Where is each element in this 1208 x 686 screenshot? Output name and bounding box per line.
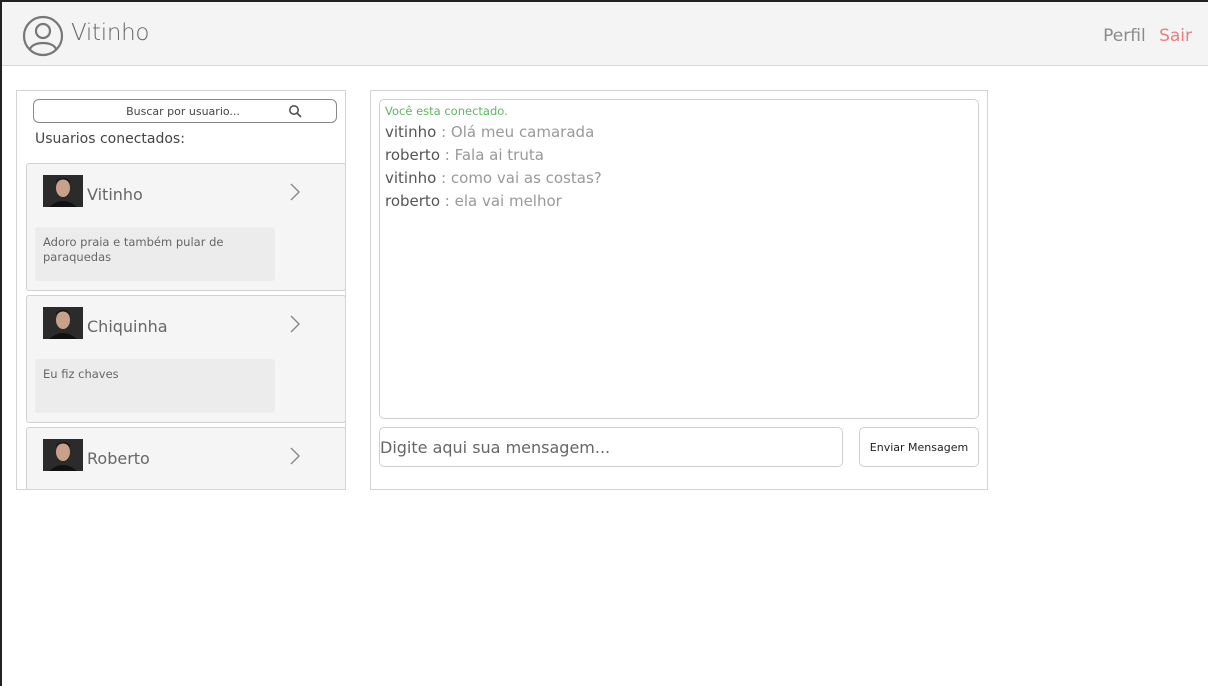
user-name: Chiquinha bbox=[87, 317, 168, 336]
message-text: como vai as costas? bbox=[450, 169, 602, 187]
user-card[interactable]: Chiquinha Eu fiz chaves bbox=[26, 295, 345, 423]
online-users-title: Usuarios conectados: bbox=[35, 131, 185, 147]
user-bio: Adoro praia e também pular de paraquedas bbox=[35, 227, 275, 281]
message-input[interactable] bbox=[380, 428, 842, 466]
message-author: vitinho bbox=[385, 169, 437, 187]
message-text: Olá meu camarada bbox=[450, 123, 595, 141]
message-composer bbox=[379, 427, 843, 467]
user-name: Roberto bbox=[87, 449, 150, 468]
message-text: Fala ai truta bbox=[454, 146, 544, 164]
message-list[interactable]: Você esta conectado. vitinho : Olá meu c… bbox=[379, 99, 979, 419]
message-separator: : bbox=[440, 192, 455, 210]
user-search-box bbox=[33, 99, 337, 123]
message-separator: : bbox=[436, 123, 451, 141]
user-card[interactable]: Vitinho Adoro praia e também pular de pa… bbox=[26, 163, 345, 291]
profile-link[interactable]: Perfil bbox=[1103, 26, 1146, 46]
current-username: Vitinho bbox=[71, 20, 150, 46]
message-author: roberto bbox=[385, 192, 440, 210]
chat-message: roberto : ela vai melhor bbox=[385, 190, 973, 213]
chevron-right-icon[interactable] bbox=[289, 314, 301, 334]
message-text: ela vai melhor bbox=[454, 192, 562, 210]
online-users-panel: Usuarios conectados: Vitinho Adoro praia… bbox=[16, 90, 346, 490]
user-photo bbox=[43, 307, 83, 339]
chat-message: vitinho : Olá meu camarada bbox=[385, 121, 973, 144]
chat-message: vitinho : como vai as costas? bbox=[385, 167, 973, 190]
send-message-button[interactable]: Enviar Mensagem bbox=[859, 427, 979, 467]
user-photo bbox=[43, 439, 83, 471]
header-nav: Perfil Sair bbox=[1095, 26, 1192, 46]
chevron-right-icon[interactable] bbox=[289, 446, 301, 466]
user-search-input[interactable] bbox=[34, 100, 304, 122]
search-icon[interactable] bbox=[288, 104, 302, 118]
message-author: vitinho bbox=[385, 123, 437, 141]
message-separator: : bbox=[436, 169, 451, 187]
chevron-right-icon[interactable] bbox=[289, 182, 301, 202]
app-header: Vitinho Perfil Sair bbox=[2, 2, 1208, 66]
chat-message: roberto : Fala ai truta bbox=[385, 144, 973, 167]
connection-status: Você esta conectado. bbox=[385, 104, 508, 118]
user-photo bbox=[43, 175, 83, 207]
user-card[interactable]: Roberto bbox=[26, 427, 345, 489]
user-name: Vitinho bbox=[87, 185, 143, 204]
user-bio: Eu fiz chaves bbox=[35, 359, 275, 413]
message-author: roberto bbox=[385, 146, 440, 164]
chat-panel: Você esta conectado. vitinho : Olá meu c… bbox=[370, 90, 988, 490]
logout-link[interactable]: Sair bbox=[1159, 26, 1192, 46]
message-separator: : bbox=[440, 146, 455, 164]
user-avatar-icon[interactable] bbox=[22, 15, 64, 57]
